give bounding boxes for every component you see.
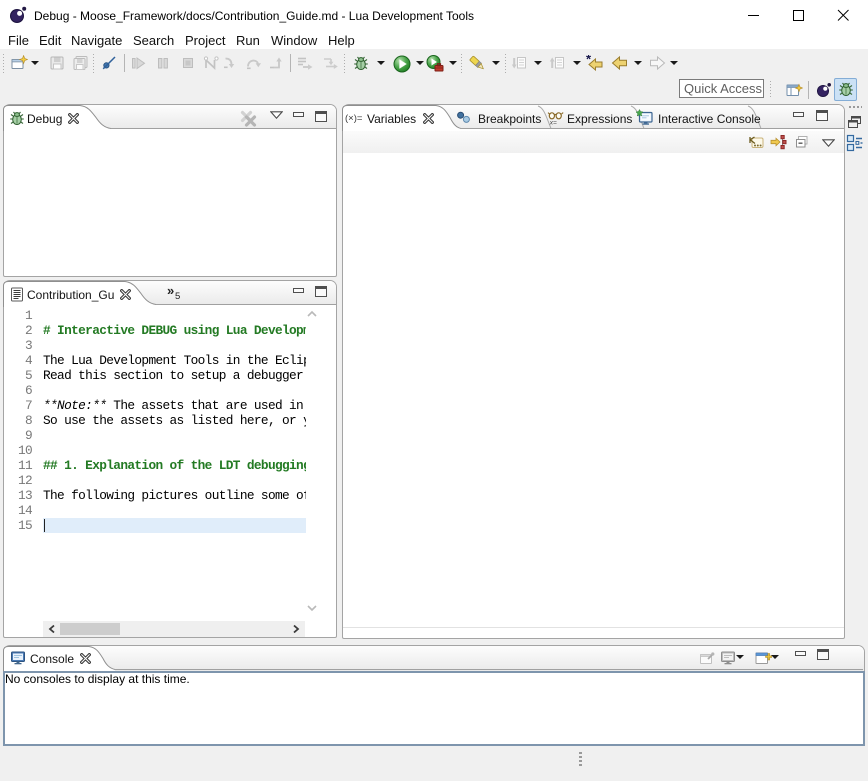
svg-text:x=: x= [549,120,557,127]
